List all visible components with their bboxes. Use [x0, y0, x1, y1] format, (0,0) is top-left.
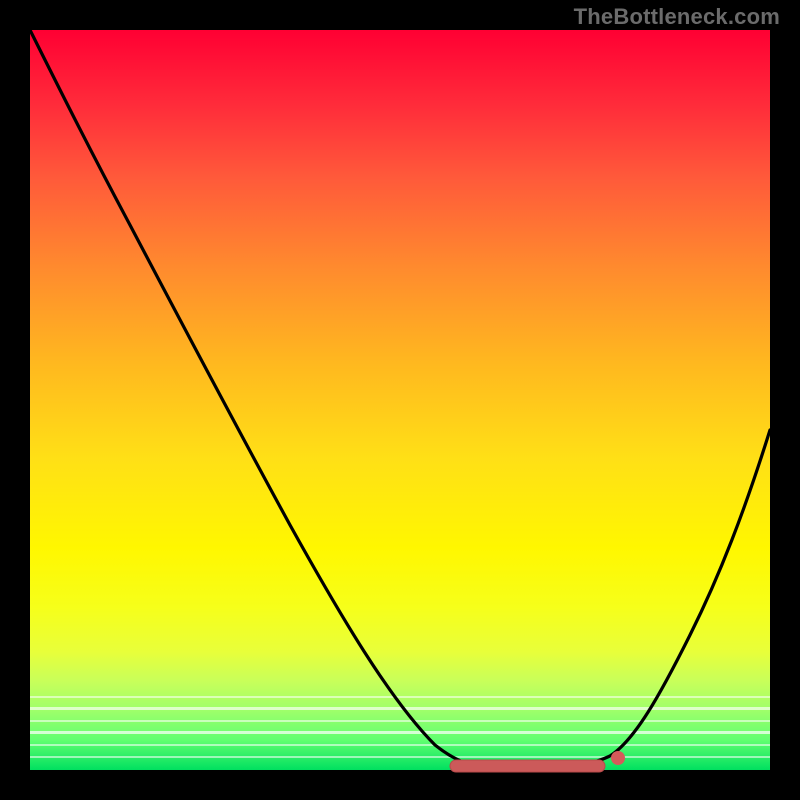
chart-container: TheBottleneck.com — [0, 0, 800, 800]
bottleneck-curve — [30, 30, 770, 770]
optimal-range-end-dot — [611, 751, 625, 765]
watermark-label: TheBottleneck.com — [574, 4, 780, 30]
plot-area — [30, 30, 770, 770]
curve-path — [30, 30, 770, 770]
optimal-range-marker — [450, 760, 605, 772]
